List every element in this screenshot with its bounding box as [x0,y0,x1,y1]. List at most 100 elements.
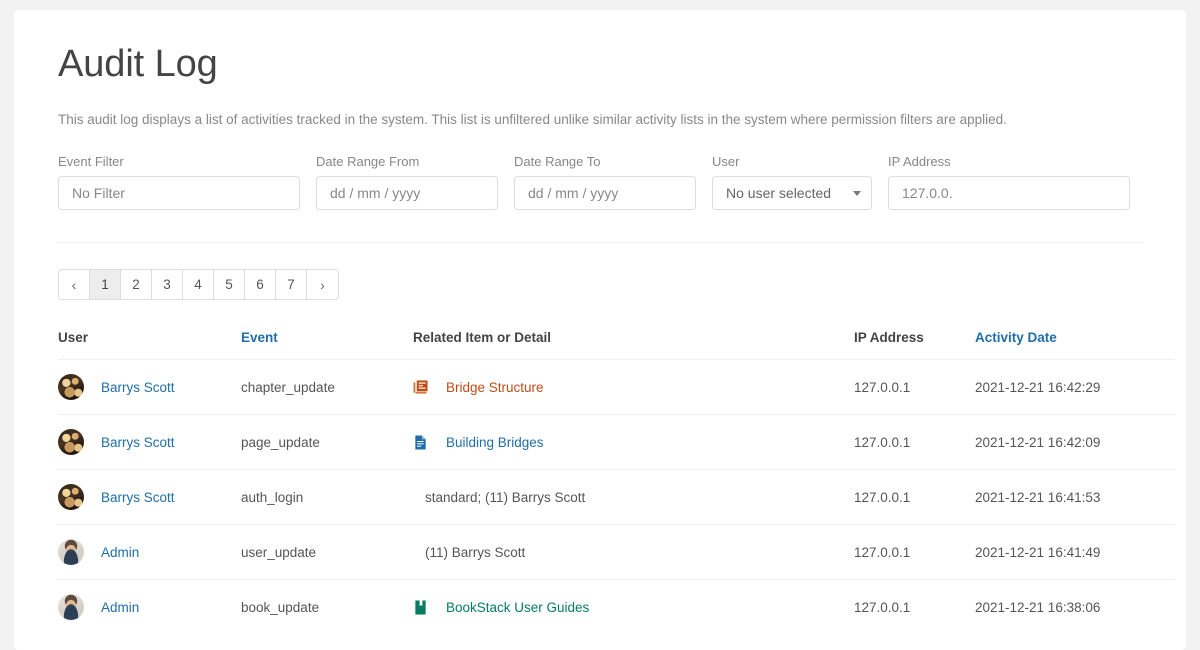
cell-ip-address: 127.0.0.1 [854,414,975,470]
pagination[interactable]: ‹ 1 2 3 4 5 6 7 › [58,269,339,301]
book-icon [413,600,428,615]
cell-activity-date: 2021-12-21 16:41:53 [975,469,1175,525]
detail-cell: standard; (11) Barrys Scott [413,490,854,505]
chapter-icon [413,380,428,395]
detail-cell: BookStack User Guides [413,600,854,615]
pagination-page-5[interactable]: 5 [214,270,245,300]
user-select[interactable]: No user selected [712,176,872,211]
table-row: Barrys Scott chapter_update Bridge Structu… [58,359,1175,415]
cell-user: Admin [58,524,241,580]
entity-link[interactable]: BookStack User Guides [446,600,589,615]
detail-cell: Building Bridges [413,435,854,450]
pagination-next[interactable]: › [307,270,338,300]
column-header-activity-date[interactable]: Activity Date [975,330,1175,360]
cell-user: Barrys Scott [58,414,241,470]
page-icon [413,435,428,450]
cell-activity-date: 2021-12-21 16:42:29 [975,359,1175,415]
cell-user: Barrys Scott [58,469,241,525]
date-range-to[interactable]: dd / mm / yyyy [514,176,696,211]
cell-user: Admin [58,579,241,635]
filter-group-event-filter: Event Filter No Filter [58,154,300,211]
table-row: Admin user_update (11) Barrys Scott 127.0.0… [58,524,1175,580]
ip-address-input-label: IP Address [888,153,951,169]
detail-cell: (11) Barrys Scott [413,545,854,560]
avatar [58,429,84,456]
filter-group-user-select: User No user selected [712,154,872,211]
filter-bar: Event Filter No Filter Date Range From dd /… [44,130,1156,211]
user-cell: Admin [58,594,241,621]
cell-event: user_update [241,524,413,580]
detail-text: (11) Barrys Scott [425,544,526,560]
cell-event: chapter_update [241,359,413,415]
table-row: Admin book_update BookStack User Guides 127… [58,579,1175,635]
date-range-from-value: dd / mm / yyyy [330,185,421,202]
entity-link[interactable]: Building Bridges [446,435,544,450]
cell-ip-address: 127.0.0.1 [854,469,975,525]
user-link[interactable]: Barrys Scott [101,380,175,395]
pagination-page-6[interactable]: 6 [245,270,276,300]
user-link[interactable]: Admin [101,545,139,560]
user-link[interactable]: Barrys Scott [101,490,175,505]
pagination-page-1[interactable]: 1 [90,270,121,300]
date-range-to-label: Date Range To [514,153,601,169]
date-range-to-value: dd / mm / yyyy [528,185,619,202]
user-select-value: No user selected [726,185,832,202]
ip-address-input[interactable]: 127.0.0. [888,176,1130,211]
event-filter-label: Event Filter [58,153,124,169]
cell-detail: standard; (11) Barrys Scott [413,469,854,525]
user-link[interactable]: Admin [101,600,139,615]
cell-activity-date: 2021-12-21 16:41:49 [975,524,1175,580]
column-header-event[interactable]: Event [241,330,413,360]
pagination-area: ‹ 1 2 3 4 5 6 7 › [44,243,1156,301]
date-range-from-label: Date Range From [316,153,420,169]
cell-ip-address: 127.0.0.1 [854,524,975,580]
avatar [58,374,84,401]
audit-log-card: Audit Log This audit log displays a list… [14,10,1186,650]
user-cell: Barrys Scott [58,374,241,401]
filter-group-date-range-from: Date Range From dd / mm / yyyy [316,154,498,211]
table-row: Barrys Scott page_update Building Bridges 1… [58,414,1175,470]
ip-address-input-value: 127.0.0. [902,185,953,202]
date-range-from[interactable]: dd / mm / yyyy [316,176,498,211]
table-row: Barrys Scott auth_login standard; (11) Bar… [58,469,1175,525]
audit-table: User Event Related Item or Detail IP Addres… [58,330,1175,635]
table-header: User Event Related Item or Detail IP Addres… [58,330,1175,360]
pagination-prev[interactable]: ‹ [59,270,90,300]
pagination-page-4[interactable]: 4 [183,270,214,300]
cell-detail: Bridge Structure [413,359,854,415]
cell-detail: (11) Barrys Scott [413,524,854,580]
avatar [58,484,84,511]
column-header-related-item-or-detail: Related Item or Detail [413,330,552,346]
user-cell: Admin [58,539,241,566]
column-header-ip-address: IP Address [854,330,924,346]
cell-activity-date: 2021-12-21 16:42:09 [975,414,1175,470]
pagination-page-2[interactable]: 2 [121,270,152,300]
avatar [58,539,84,566]
filter-group-date-range-to: Date Range To dd / mm / yyyy [514,154,696,211]
user-link[interactable]: Barrys Scott [101,435,175,450]
detail-text: standard; (11) Barrys Scott [425,489,586,505]
column-header-user: User [58,330,89,346]
cell-detail: Building Bridges [413,414,854,470]
cell-activity-date: 2021-12-21 16:38:06 [975,579,1175,635]
cell-ip-address: 127.0.0.1 [854,579,975,635]
entity-link[interactable]: Bridge Structure [446,380,544,395]
chevron-down-icon [853,190,861,196]
table-body: Barrys Scott chapter_update Bridge Structu… [58,359,1175,635]
filter-group-ip-address-input: IP Address 127.0.0. [888,154,1130,211]
cell-user: Barrys Scott [58,359,241,415]
event-filter[interactable]: No Filter [58,176,300,211]
user-select-label: User [712,153,740,169]
detail-cell: Bridge Structure [413,380,854,395]
user-cell: Barrys Scott [58,429,241,456]
audit-table-wrap: User Event Related Item or Detail IP Addres… [44,300,1175,635]
pagination-page-3[interactable]: 3 [152,270,183,300]
pagination-page-7[interactable]: 7 [276,270,307,300]
cell-event: auth_login [241,469,413,525]
cell-event: book_update [241,579,413,635]
user-cell: Barrys Scott [58,484,241,511]
event-filter-value: No Filter [72,185,125,202]
cell-detail: BookStack User Guides [413,579,854,635]
table-header-row: User Event Related Item or Detail IP Addres… [58,330,1175,360]
cell-event: page_update [241,414,413,470]
